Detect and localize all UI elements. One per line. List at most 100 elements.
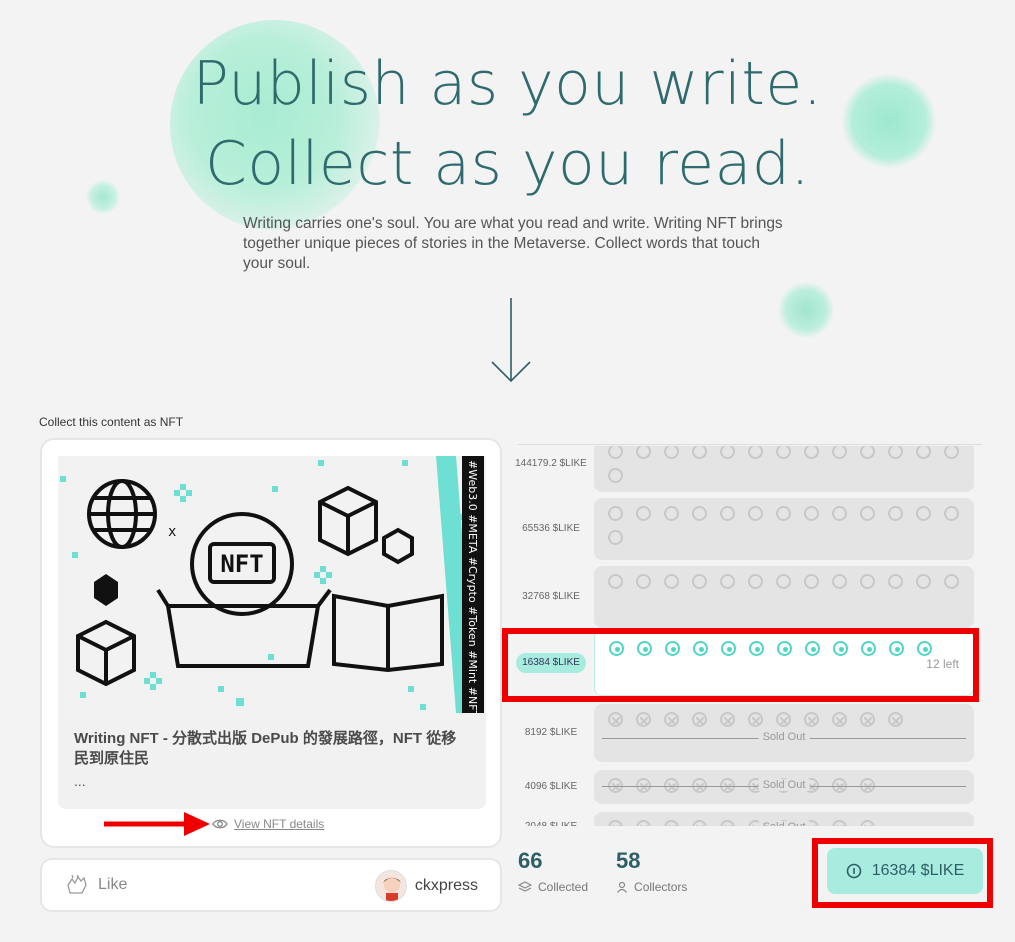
sold-slot-icon <box>832 712 847 727</box>
decorative-blob <box>778 282 834 338</box>
nft-slot-icon <box>832 506 847 521</box>
nft-slot-icon <box>608 468 623 483</box>
nft-slot-icon <box>888 506 903 521</box>
nft-ellipsis: ... <box>74 773 86 789</box>
tier-price-label: 4096 $LIKE <box>524 781 578 792</box>
nft-slot-icon <box>832 574 847 589</box>
tier-price: 2048 $LIKE <box>508 812 594 826</box>
divider <box>518 444 982 445</box>
collection-stats: 66 Collected 58 Collectors <box>518 848 687 894</box>
nft-slot-icon <box>664 446 679 459</box>
price-tier-row: 4096 $LIKE Sold Out <box>508 770 980 804</box>
like-bar: Like ckxpress <box>40 858 502 912</box>
view-nft-details-link[interactable]: View NFT details <box>212 817 324 831</box>
sold-slot-icon <box>608 820 623 826</box>
nft-image[interactable]: NFT x #Web3.0 #META #Crypto #Token #Mint… <box>58 456 486 713</box>
sold-slot-icon <box>860 712 875 727</box>
nft-illustration: NFT x #Web3.0 #META #Crypto #Token #Mint… <box>58 456 486 713</box>
nft-side-tags: #Web3.0 #META #Crypto #Token #Mint #NFT … <box>466 460 479 713</box>
nft-slot-icon <box>832 446 847 459</box>
hero-subtitle: Writing carries one's soul. You are what… <box>243 215 783 272</box>
sold-slot-icon <box>608 712 623 727</box>
annotation-arrow-icon <box>104 812 210 836</box>
nft-slot-icon <box>776 574 791 589</box>
collect-button[interactable]: 16384 $LIKE <box>827 848 983 894</box>
nft-card[interactable]: NFT x #Web3.0 #META #Crypto #Token #Mint… <box>40 438 502 848</box>
collect-label: Collect this content as NFT <box>39 415 184 429</box>
nft-slot-icon <box>664 506 679 521</box>
collectors-count: 58 <box>616 848 641 873</box>
price-tier-row: 2048 $LIKE Sold Out <box>508 812 980 826</box>
tier-price: 32768 $LIKE <box>508 566 594 628</box>
nft-slot-icon <box>692 574 707 589</box>
tier-price-label: 65536 $LIKE <box>522 523 580 534</box>
sold-slot-icon <box>748 712 763 727</box>
author-name: ckxpress <box>414 877 478 894</box>
tier-slots <box>594 446 974 492</box>
nft-slot-icon <box>804 446 819 459</box>
sold-slot-icon <box>720 712 735 727</box>
nft-slot-icon <box>636 574 651 589</box>
price-tier-row[interactable]: 65536 $LIKE <box>508 498 980 560</box>
info-icon <box>846 863 862 879</box>
nft-slot-icon <box>944 574 959 589</box>
nft-slot-icon <box>720 446 735 459</box>
nft-slot-icon <box>608 446 623 459</box>
tier-slots <box>594 566 974 628</box>
sold-slot-icon <box>692 712 707 727</box>
hero-title-line2: Collect as you read. <box>204 129 811 199</box>
sold-slot-icon <box>776 712 791 727</box>
nft-slot-icon <box>944 506 959 521</box>
nft-slot-icon <box>636 506 651 521</box>
price-tier-row: 8192 $LIKE Sold Out <box>508 704 980 762</box>
nft-slot-icon <box>888 446 903 459</box>
nft-slot-icon <box>860 506 875 521</box>
nft-slot-icon <box>636 446 651 459</box>
collected-label: Collected <box>538 880 589 894</box>
hero-title-line1: Publish as you write. <box>192 49 823 119</box>
price-tier-row[interactable]: 32768 $LIKE <box>508 566 980 628</box>
tier-price: 144179.2 $LIKE <box>508 446 594 492</box>
collected-stat: 66 Collected <box>518 848 588 894</box>
nft-slot-icon <box>608 574 623 589</box>
tier-price: 4096 $LIKE <box>508 770 594 804</box>
nft-slot-icon <box>916 574 931 589</box>
sold-slot-icon <box>832 820 847 826</box>
sold-out-label: Sold Out <box>758 821 810 826</box>
sold-slot-icon <box>888 712 903 727</box>
svg-text:x: x <box>168 524 176 540</box>
nft-slot-icon <box>860 574 875 589</box>
nft-slot-icon <box>776 446 791 459</box>
tier-slots <box>594 498 974 560</box>
nft-slot-icon <box>776 506 791 521</box>
collectors-stat: 58 Collectors <box>616 848 687 894</box>
nft-slot-icon <box>804 506 819 521</box>
nft-slot-icon <box>692 446 707 459</box>
person-icon <box>617 881 628 893</box>
nft-slot-icon <box>720 506 735 521</box>
sold-slot-icon <box>636 820 651 826</box>
nft-slot-icon <box>608 530 623 545</box>
nft-title: Writing NFT - 分散式出版 DePub 的發展路徑，NFT 從移民到… <box>74 730 457 767</box>
nft-slot-icon <box>944 446 959 459</box>
tier-slots: Sold Out <box>594 812 974 826</box>
hero-title: Publish as you write. Collect as you rea… <box>0 44 1015 204</box>
nft-slot-icon <box>916 446 931 459</box>
like-button[interactable]: Like <box>66 875 127 895</box>
nft-label-text: NFT <box>220 550 263 578</box>
tier-price-label: 2048 $LIKE <box>525 817 577 826</box>
nft-slot-icon <box>748 574 763 589</box>
collect-button-label: 16384 $LIKE <box>871 862 965 879</box>
nft-slot-icon <box>748 446 763 459</box>
price-tier-row[interactable]: 144179.2 $LIKE <box>508 446 980 492</box>
tier-price-label: 144179.2 $LIKE <box>515 458 587 469</box>
view-nft-details-label: View NFT details <box>234 817 325 831</box>
arrow-down-icon <box>491 298 531 383</box>
author-link[interactable]: ckxpress <box>374 870 478 902</box>
layers-icon <box>518 881 532 892</box>
nft-slot-icon <box>804 574 819 589</box>
avatar <box>374 870 407 902</box>
sold-slot-icon <box>860 820 875 826</box>
sold-slot-icon <box>636 712 651 727</box>
annotation-highlight-box <box>502 628 979 702</box>
